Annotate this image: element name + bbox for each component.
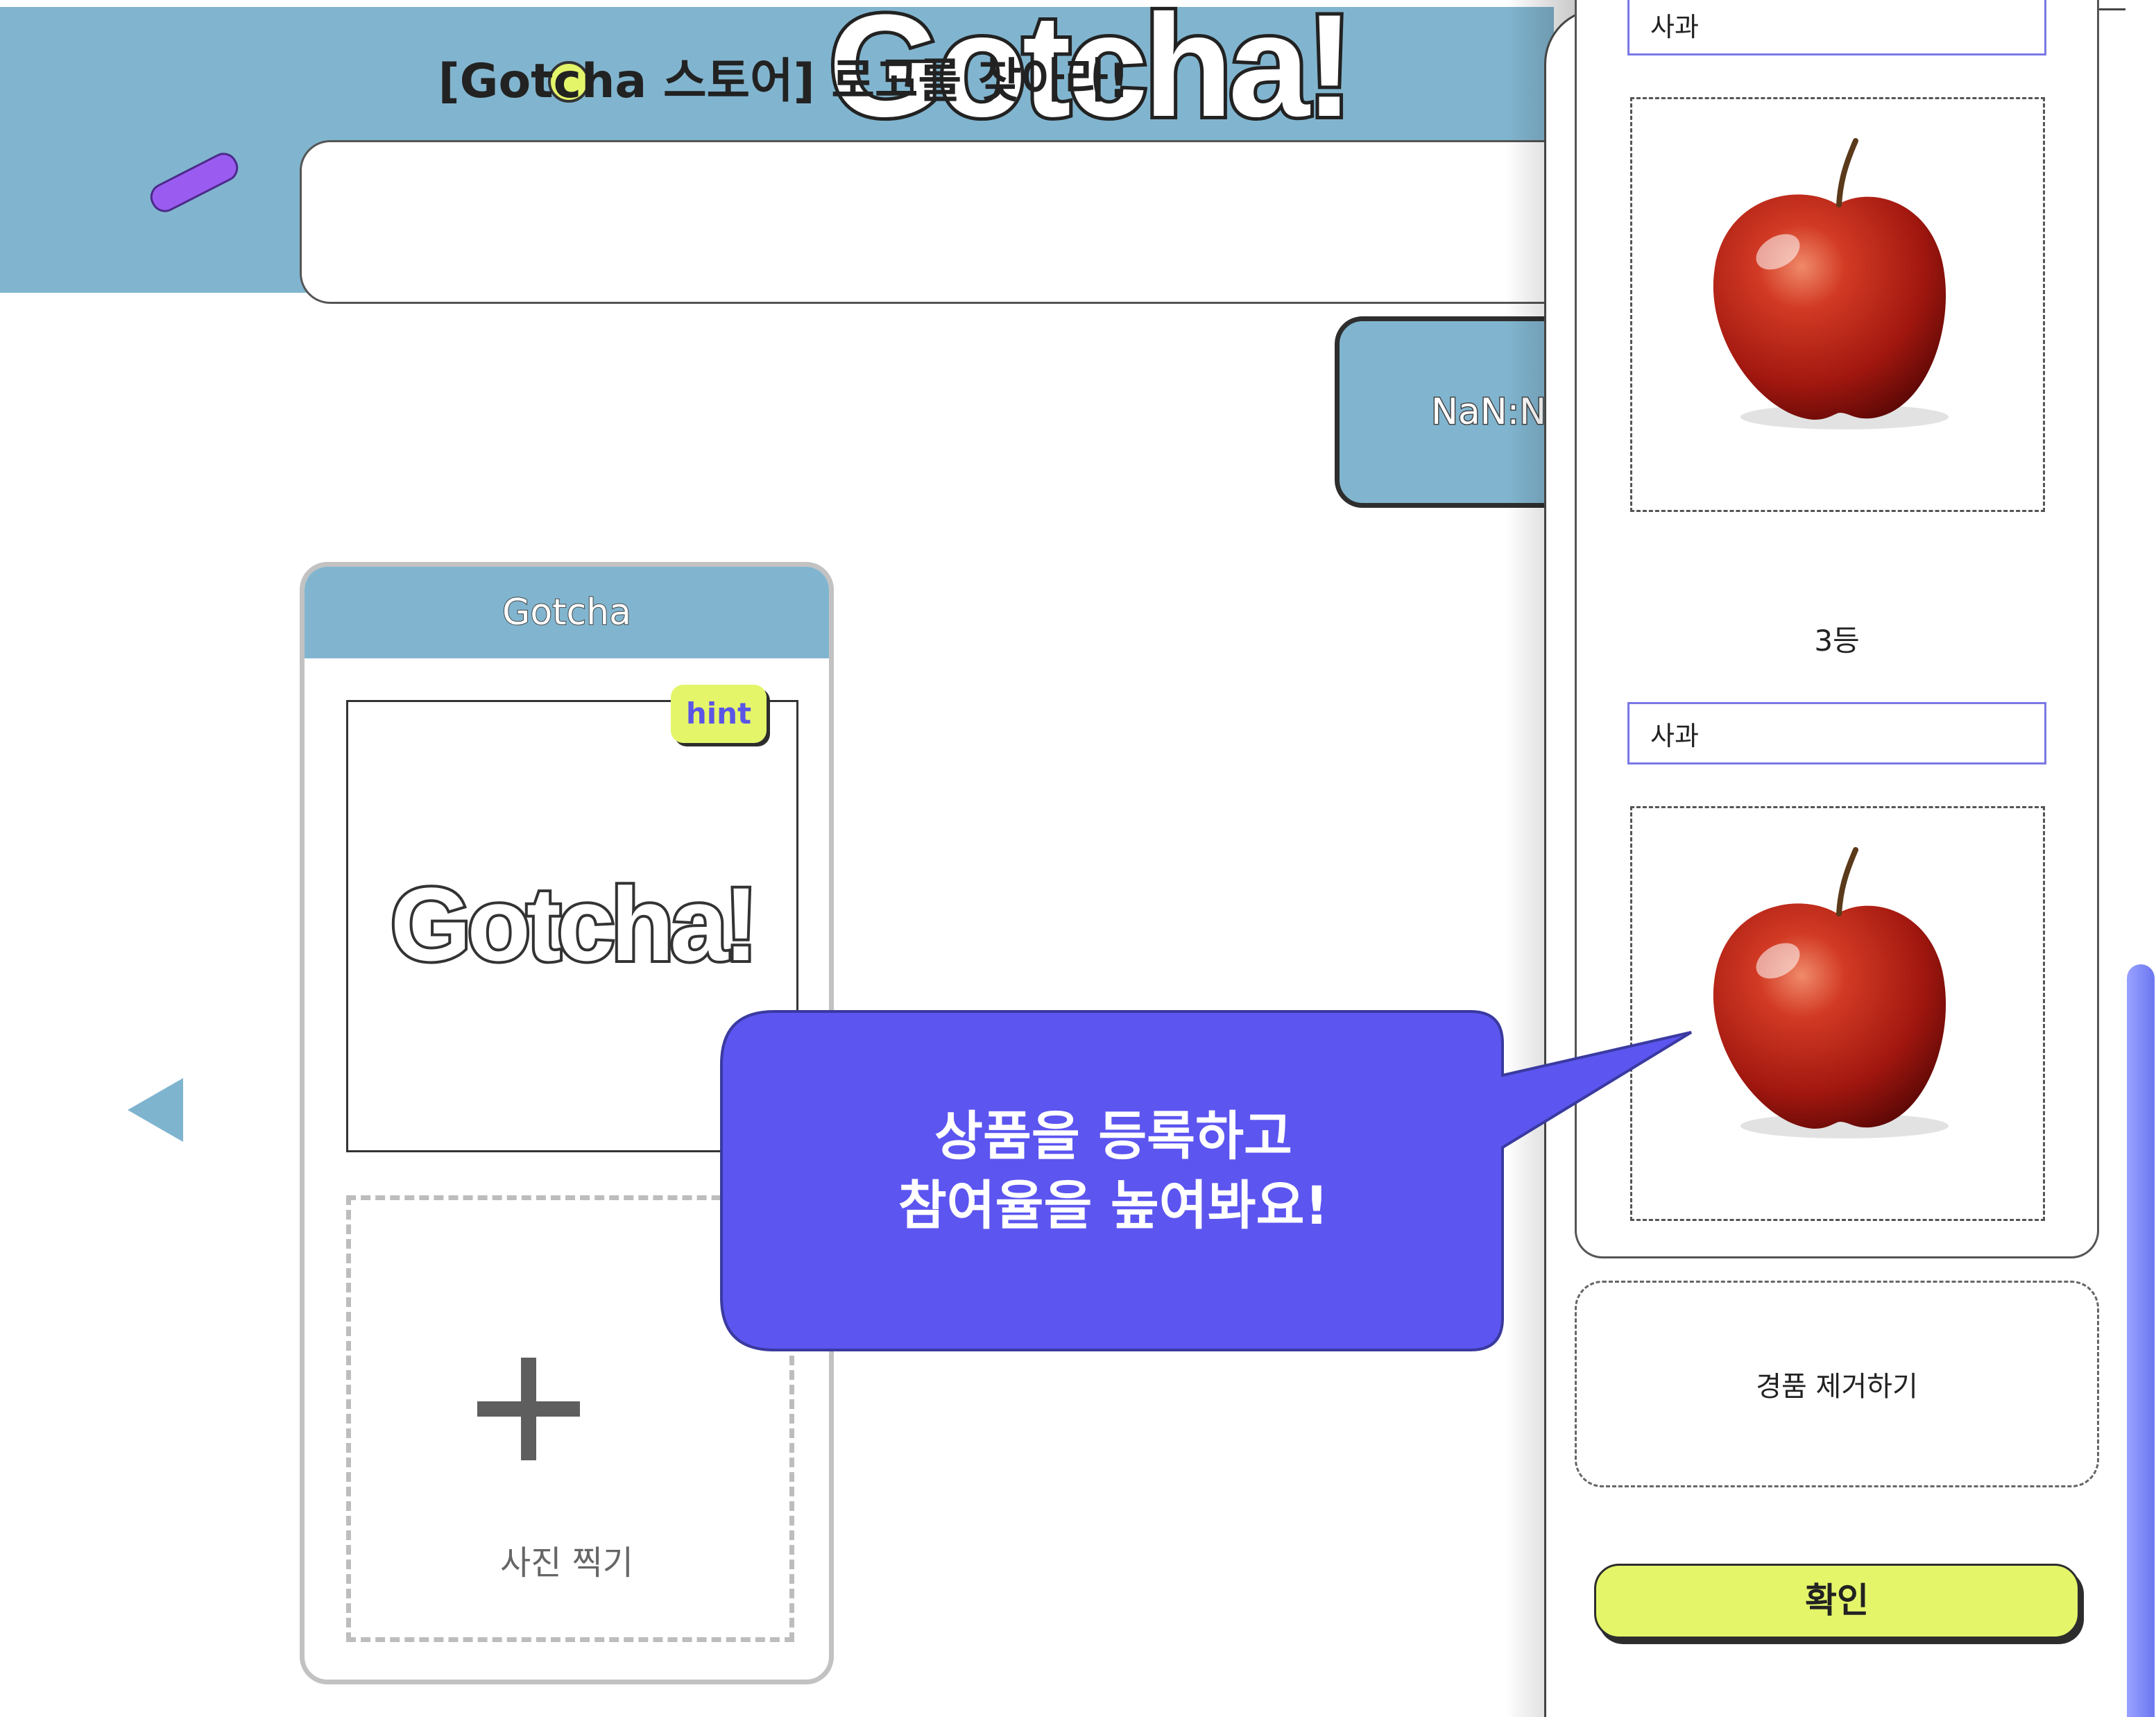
prize-name-input[interactable] [1627,0,2046,55]
card-title: Gotcha [502,591,632,634]
hint-button[interactable]: hint [671,685,767,743]
prize-name-input[interactable] [1627,702,2046,764]
prize-rank-label: 3등 [1814,624,1860,658]
confirm-button[interactable]: 확인 [1594,1564,2080,1639]
target-logo-image: Gotcha! [388,866,762,982]
card-header: Gotcha [305,567,829,658]
triangle-left-icon[interactable] [128,1078,183,1142]
tooltip-line: 참여율을 높여봐요! [898,1174,1329,1236]
take-photo-label: 사진 찍기 [500,1544,633,1582]
tooltip-line: 상품을 등록하고 [934,1105,1292,1167]
plus-icon-bar [477,1401,580,1417]
apple-image [1713,138,1949,429]
tooltip-text: 상품을 등록하고 참여율을 높여봐요! [721,1102,1505,1240]
mission-banner [300,140,1687,304]
scrollbar-thumb[interactable] [2127,964,2155,1717]
prize-image-frame[interactable] [1630,97,2045,512]
mission-title: [Gotcha 스토어] 로고를 찾아라! [438,54,1130,109]
remove-prize-label: 경품 제거하기 [1756,1371,1918,1403]
